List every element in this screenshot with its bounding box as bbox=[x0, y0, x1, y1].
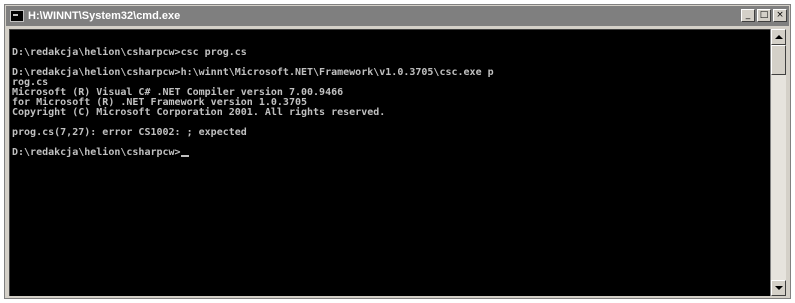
maximize-button[interactable]: □ bbox=[757, 9, 771, 22]
title-bar[interactable]: H:\WINNT\System32\cmd.exe _ □ × bbox=[6, 6, 789, 26]
vertical-scrollbar[interactable] bbox=[770, 29, 786, 296]
cmd-icon[interactable] bbox=[10, 10, 24, 22]
cmd-window: H:\WINNT\System32\cmd.exe _ □ × D:\redak… bbox=[4, 4, 791, 299]
console-line: D:\redakcja\helion\csharpcw>h:\winnt\Mic… bbox=[12, 67, 494, 78]
scroll-thumb[interactable] bbox=[771, 45, 786, 75]
console-output[interactable]: D:\redakcja\helion\csharpcw>csc prog.cs … bbox=[9, 29, 770, 296]
window-controls: _ □ × bbox=[741, 9, 787, 22]
console-line: prog.cs(7,27): error CS1002: ; expected bbox=[12, 127, 247, 138]
window-title: H:\WINNT\System32\cmd.exe bbox=[28, 10, 181, 22]
prompt-line[interactable]: D:\redakcja\helion\csharpcw> bbox=[12, 148, 770, 158]
console-line: Copyright (C) Microsoft Corporation 2001… bbox=[12, 107, 386, 118]
close-button[interactable]: × bbox=[773, 9, 787, 22]
text-cursor bbox=[180, 155, 189, 157]
arrow-down-icon[interactable] bbox=[771, 280, 786, 296]
minimize-button[interactable]: _ bbox=[741, 9, 755, 22]
console-line: D:\redakcja\helion\csharpcw>csc prog.cs bbox=[12, 47, 247, 58]
prompt-text: D:\redakcja\helion\csharpcw> bbox=[12, 147, 181, 158]
arrow-up-icon[interactable] bbox=[771, 29, 786, 45]
